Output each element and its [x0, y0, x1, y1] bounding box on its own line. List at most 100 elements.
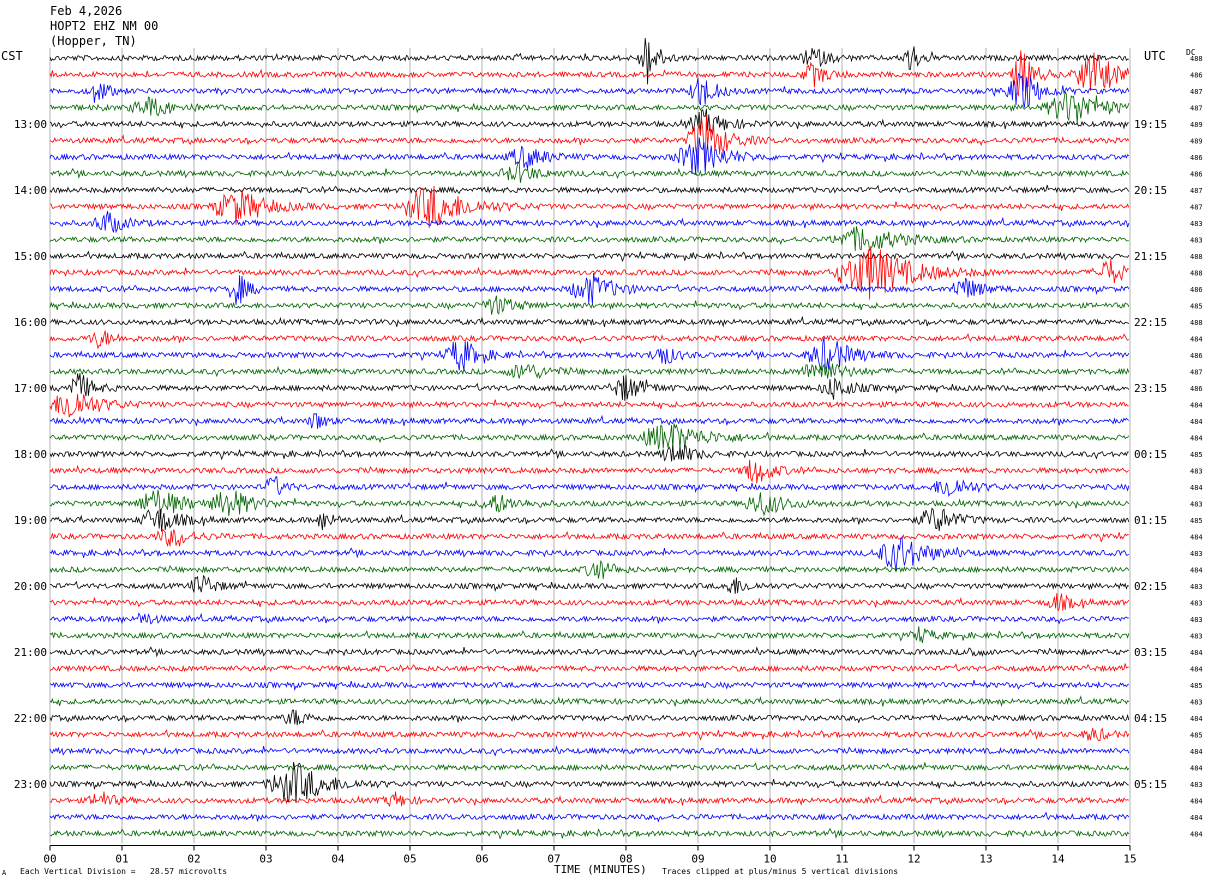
trace-16 — [49, 315, 1130, 328]
dc-value-2: 487 — [1190, 88, 1203, 96]
trace-32 — [50, 574, 1129, 594]
dc-value-40: 484 — [1190, 715, 1203, 723]
utc-label-01:15: 01:15 — [1134, 514, 1167, 527]
dc-value-5: 489 — [1190, 138, 1203, 146]
utc-label-05:15: 05:15 — [1134, 778, 1167, 791]
trace-23 — [49, 423, 1130, 450]
dc-value-24: 485 — [1190, 451, 1203, 459]
dc-value-30: 483 — [1190, 550, 1203, 558]
cst-label-22:00: 22:00 — [14, 712, 47, 725]
left-timezone: CST — [1, 49, 23, 63]
dc-value-32: 483 — [1190, 583, 1203, 591]
utc-label-19:15: 19:15 — [1134, 118, 1167, 131]
utc-label-20:15: 20:15 — [1134, 184, 1167, 197]
dc-value-8: 487 — [1190, 187, 1203, 195]
trace-35 — [49, 626, 1130, 644]
x-tick-label-04: 04 — [331, 853, 345, 866]
trace-47 — [49, 827, 1130, 840]
x-tick-label-01: 01 — [115, 853, 128, 866]
trace-8 — [49, 184, 1130, 195]
utc-label-00:15: 00:15 — [1134, 448, 1167, 461]
dc-value-18: 486 — [1190, 352, 1203, 360]
cst-label-21:00: 21:00 — [14, 646, 47, 659]
cst-label-18:00: 18:00 — [14, 448, 47, 461]
trace-36 — [49, 646, 1129, 658]
utc-label-03:15: 03:15 — [1134, 646, 1167, 659]
trace-22 — [49, 412, 1130, 429]
trace-6 — [49, 137, 1130, 175]
trace-33 — [49, 593, 1130, 612]
dc-value-46: 484 — [1190, 814, 1203, 822]
x-tick-label-12: 12 — [907, 853, 920, 866]
dc-value-25: 483 — [1190, 468, 1203, 476]
dc-value-35: 483 — [1190, 633, 1203, 641]
dc-value-14: 486 — [1190, 286, 1203, 294]
cst-label-20:00: 20:00 — [14, 580, 47, 593]
dc-value-9: 487 — [1190, 204, 1203, 212]
trace-31 — [49, 559, 1130, 579]
dc-value-20: 486 — [1190, 385, 1203, 393]
dc-value-31: 484 — [1190, 567, 1203, 575]
dc-value-19: 487 — [1190, 369, 1203, 377]
x-tick-label-13: 13 — [979, 853, 992, 866]
dc-value-29: 484 — [1190, 534, 1203, 542]
trace-29 — [49, 528, 1129, 547]
utc-label-04:15: 04:15 — [1134, 712, 1167, 725]
trace-11 — [49, 226, 1129, 252]
trace-25 — [49, 459, 1130, 484]
dc-value-21: 484 — [1190, 402, 1203, 410]
trace-20 — [49, 373, 1130, 401]
minute-gridlines — [49, 48, 1131, 844]
x-tick-label-11: 11 — [835, 853, 848, 866]
trace-38 — [49, 680, 1130, 691]
trace-26 — [49, 476, 1130, 498]
trace-7 — [49, 161, 1130, 183]
dc-value-26: 484 — [1190, 484, 1203, 492]
dc-value-1: 486 — [1190, 72, 1203, 80]
dc-value-17: 484 — [1190, 336, 1203, 344]
dc-value-23: 484 — [1190, 435, 1203, 443]
trace-46 — [49, 811, 1130, 823]
cst-label-16:00: 16:00 — [14, 316, 47, 329]
trace-30 — [49, 536, 1130, 571]
cst-label-19:00: 19:00 — [14, 514, 47, 527]
trace-3 — [49, 90, 1130, 124]
x-tick-label-05: 05 — [403, 853, 416, 866]
cst-label-17:00: 17:00 — [14, 382, 47, 395]
trace-14 — [49, 273, 1130, 305]
trace-18 — [49, 337, 1130, 372]
trace-21 — [49, 393, 1129, 418]
dc-value-41: 485 — [1190, 732, 1203, 740]
x-tick-label-10: 10 — [763, 853, 776, 866]
trace-19 — [49, 363, 1130, 379]
trace-10 — [49, 210, 1130, 234]
right-timezone: UTC — [1144, 49, 1166, 63]
dc-value-27: 483 — [1190, 501, 1203, 509]
dc-value-28: 485 — [1190, 517, 1203, 525]
x-tick-label-14: 14 — [1051, 853, 1065, 866]
trace-12 — [49, 250, 1130, 263]
dc-value-10: 483 — [1190, 220, 1203, 228]
dc-offset-labels: 488 486 487 487 489 489 486 486 487 487 483 483 488 4… — [1190, 55, 1203, 839]
trace-39 — [49, 695, 1130, 707]
dc-value-44: 483 — [1190, 781, 1203, 789]
x-tick-label-09: 09 — [691, 853, 704, 866]
trace-24 — [49, 444, 1129, 462]
trace-2 — [49, 72, 1130, 108]
dc-header: DC — [1186, 48, 1196, 57]
corner-mark: A — [2, 869, 7, 877]
dc-value-43: 484 — [1190, 765, 1203, 773]
dc-value-39: 483 — [1190, 699, 1203, 707]
dc-value-36: 484 — [1190, 649, 1203, 657]
trace-4 — [49, 108, 1129, 135]
dc-value-6: 486 — [1190, 154, 1203, 162]
x-tick-label-15: 15 — [1123, 853, 1136, 866]
x-tick-label-03: 03 — [259, 853, 272, 866]
dc-value-13: 488 — [1190, 270, 1203, 278]
trace-1 — [49, 50, 1130, 97]
utc-hour-labels: 19:15 20:15 21:15 22:15 23:15 00:15 01:15 02:15… — [1134, 118, 1167, 791]
clip-note: Traces clipped at plus/minus 5 vertical … — [662, 867, 899, 876]
dc-value-22: 484 — [1190, 418, 1203, 426]
dc-value-15: 485 — [1190, 303, 1203, 311]
cst-hour-labels: 13:00 14:00 15:00 16:00 17:00 18:00 19:00 20:00… — [14, 118, 47, 791]
